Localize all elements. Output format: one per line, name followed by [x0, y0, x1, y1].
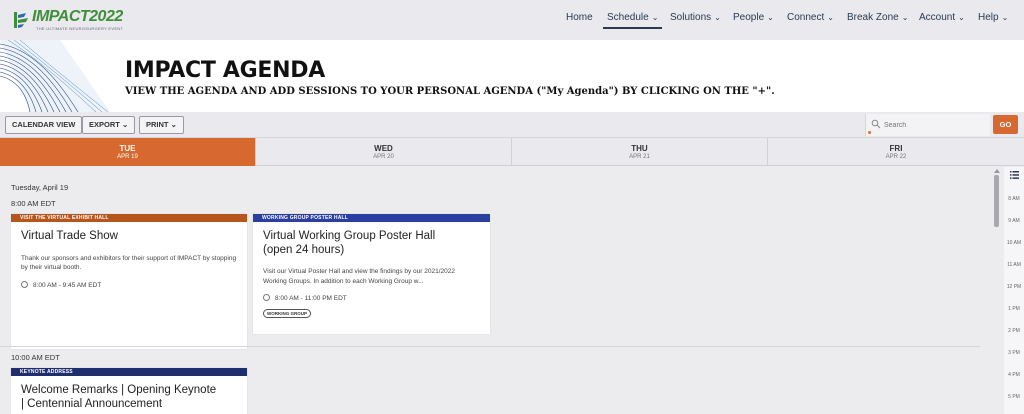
tab-thu[interactable]: THU APR 21	[512, 138, 768, 166]
brand-logo[interactable]: IMPACT2022 THE ULTIMATE NEUROSURGERY EVE…	[12, 7, 123, 33]
day-date: APR 21	[629, 154, 650, 160]
session-category-tag: VISIT THE VIRTUAL EXHIBIT HALL	[11, 214, 247, 222]
session-title[interactable]: Virtual Working Group Poster Hall (open …	[263, 230, 463, 257]
timeline-hour[interactable]: 5 PM	[1004, 394, 1024, 400]
day-name: FRI	[889, 144, 903, 153]
session-category-tag: WORKING GROUP POSTER HALL	[253, 214, 490, 222]
chevron-down-icon: ⌄	[121, 120, 129, 129]
session-title[interactable]: Welcome Remarks | Opening Keynote | Cent…	[21, 384, 221, 411]
chevron-down-icon: ⌄	[1001, 13, 1009, 22]
go-button[interactable]: GO	[993, 115, 1018, 134]
chevron-down-icon: ⌄	[958, 13, 965, 22]
banner-graphic	[0, 40, 110, 112]
day-date: APR 22	[885, 154, 907, 160]
page-title: IMPACT AGENDA	[125, 58, 325, 83]
nav-solutions[interactable]: Solutions ⌄	[670, 12, 721, 23]
timeline-hour[interactable]: 8 AM	[1004, 196, 1024, 202]
page-subtitle: VIEW THE AGENDA AND ADD SESSIONS TO YOUR…	[125, 86, 775, 97]
nav-break-zone-label: Break Zone	[847, 12, 899, 23]
timeline-hour[interactable]: 2 PM	[1004, 328, 1024, 334]
chevron-down-icon: ⌄	[901, 13, 909, 22]
nav-schedule[interactable]: Schedule ⌄	[602, 12, 663, 29]
nav-home-label: Home	[566, 12, 593, 23]
day-tabs: TUE APR 19 WED APR 20 THU APR 21 FRI APR…	[0, 138, 1024, 166]
print-label: PRINT	[146, 120, 169, 129]
timeline-hour[interactable]: 1 PM	[1004, 306, 1024, 312]
day-date: APR 20	[373, 154, 394, 160]
nav-connect-label: Connect	[787, 12, 825, 23]
chevron-down-icon: ⌄	[651, 13, 659, 22]
print-button[interactable]: PRINT ⌄	[139, 116, 184, 134]
export-label: EXPORT	[89, 120, 120, 129]
session-card[interactable]: VISIT THE VIRTUAL EXHIBIT HALL Virtual T…	[11, 214, 247, 349]
brand-name: IMPACT2022	[32, 8, 123, 25]
session-time-text: 8:00 AM - 11:00 PM EDT	[275, 295, 347, 302]
session-title[interactable]: Virtual Trade Show	[21, 230, 237, 244]
session-category-tag: KEYNOTE ADDRESS	[11, 368, 247, 376]
search-icon	[871, 119, 881, 129]
time-slot-label: 8:00 AM EDT	[11, 199, 56, 208]
day-date: APR 19	[117, 154, 138, 160]
calendar-view-button[interactable]: CALENDAR VIEW	[5, 116, 83, 134]
tab-tue[interactable]: TUE APR 19	[0, 138, 256, 166]
timeline-hour[interactable]: 9 AM	[1004, 218, 1024, 224]
day-name: THU	[631, 144, 648, 153]
nav-account-label: Account	[919, 12, 956, 23]
chevron-down-icon: ⌄	[827, 13, 834, 22]
timeline-hour[interactable]: 4 PM	[1004, 372, 1024, 378]
schedule-scrollbar[interactable]	[990, 167, 1004, 414]
schedule-list: Tuesday, April 19 8:00 AM EDT VISIT THE …	[0, 167, 990, 414]
go-label: GO	[999, 120, 1012, 129]
nav-help-label: Help	[978, 12, 999, 23]
timeline-hour[interactable]: 3 PM	[1004, 350, 1024, 356]
nav-home[interactable]: Home	[566, 12, 593, 23]
nav-people-label: People	[733, 12, 765, 23]
clock-icon	[21, 280, 28, 288]
calendar-view-label: CALENDAR VIEW	[12, 120, 76, 129]
session-time-text: 8:00 AM - 9:45 AM EDT	[33, 281, 102, 289]
clock-icon	[263, 294, 270, 301]
tab-wed[interactable]: WED APR 20	[256, 138, 512, 166]
chevron-down-icon: ⌄	[170, 120, 177, 129]
timeline-hour[interactable]: 10 AM	[1004, 240, 1024, 246]
session-description: Thank our sponsors and exhibitors for th…	[21, 254, 237, 272]
chevron-down-icon: ⌄	[767, 13, 774, 22]
time-slot-label: 10:00 AM EDT	[11, 353, 60, 362]
session-type-badge: WORKING GROUP	[263, 309, 311, 318]
hour-timeline: 8 AM 9 AM 10 AM 11 AM 12 PM 1 PM 2 PM 3 …	[1004, 167, 1024, 414]
top-nav: IMPACT2022 THE ULTIMATE NEUROSURGERY EVE…	[0, 0, 1024, 40]
agenda-banner: IMPACT AGENDA VIEW THE AGENDA AND ADD SE…	[0, 40, 1024, 112]
impact-logo-icon	[14, 12, 28, 28]
nav-break-zone[interactable]: Break Zone ⌄	[847, 12, 908, 23]
session-time: 8:00 AM - 9:45 AM EDT	[21, 280, 237, 289]
day-name: TUE	[119, 144, 136, 153]
list-view-icon[interactable]	[1010, 171, 1019, 179]
tab-fri[interactable]: FRI APR 22	[768, 138, 1024, 166]
export-button[interactable]: EXPORT ⌄	[82, 116, 136, 134]
session-description: Visit our Virtual Poster Hall and view t…	[263, 268, 455, 285]
timeline-hour[interactable]: 11 AM	[1004, 262, 1024, 268]
session-card[interactable]: KEYNOTE ADDRESS Welcome Remarks | Openin…	[11, 368, 247, 414]
chevron-down-icon: ⌄	[714, 13, 721, 22]
search-indicator-dot	[868, 131, 871, 134]
nav-people[interactable]: People ⌄	[733, 12, 774, 23]
session-card[interactable]: WORKING GROUP POSTER HALL Virtual Workin…	[253, 214, 490, 334]
scrollbar-thumb[interactable]	[994, 175, 999, 227]
scroll-up-icon[interactable]	[994, 169, 1000, 173]
date-heading: Tuesday, April 19	[11, 183, 69, 192]
nav-help[interactable]: Help ⌄	[978, 12, 1008, 23]
session-time: 8:00 AM - 11:00 PM EDT	[263, 294, 480, 302]
nav-connect[interactable]: Connect ⌄	[787, 12, 834, 23]
timeline-hour[interactable]: 12 PM	[1004, 284, 1024, 290]
nav-account[interactable]: Account ⌄	[919, 12, 965, 23]
brand-tagline: THE ULTIMATE NEUROSURGERY EVENT	[36, 26, 124, 31]
nav-schedule-label: Schedule	[607, 12, 649, 23]
day-name: WED	[374, 144, 393, 153]
search-input[interactable]	[884, 118, 984, 132]
nav-solutions-label: Solutions	[670, 12, 712, 23]
search-box	[865, 114, 990, 136]
time-slot-divider	[0, 346, 980, 347]
